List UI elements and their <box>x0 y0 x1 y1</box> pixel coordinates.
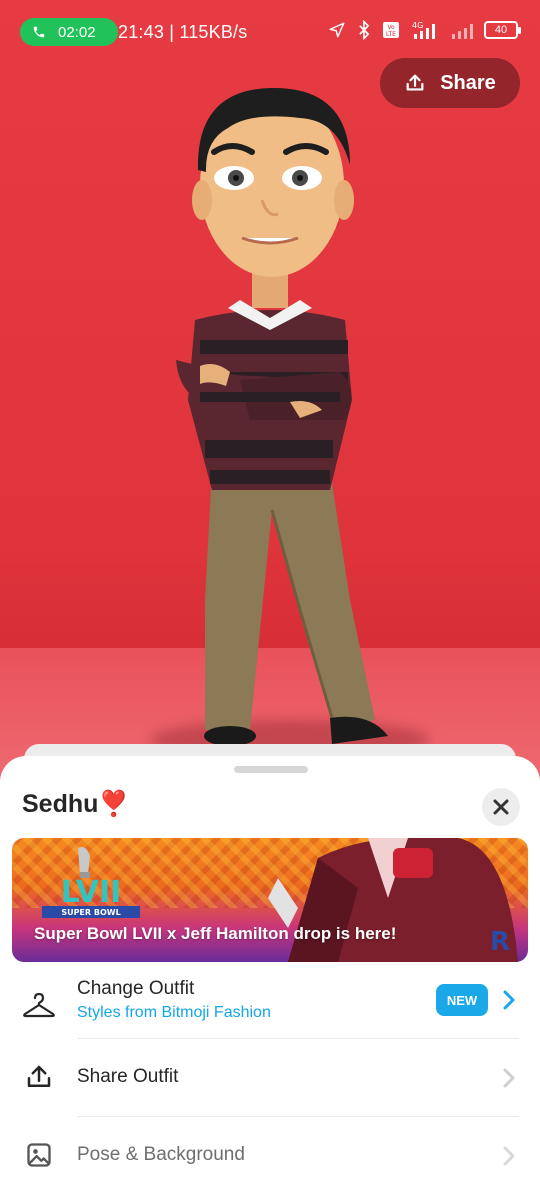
image-icon <box>22 1138 56 1172</box>
close-button[interactable] <box>482 788 520 826</box>
phone-icon <box>33 26 45 38</box>
share-button[interactable]: Share <box>380 58 520 108</box>
bluetooth-icon <box>359 20 370 40</box>
signal-4g-icon: 4G <box>412 21 435 39</box>
sheet-grabber[interactable] <box>234 766 308 773</box>
super-bowl-logo: LVII SUPER BOWL <box>42 847 140 918</box>
svg-text:LTE: LTE <box>386 31 396 38</box>
svg-text:4G: 4G <box>412 21 423 30</box>
signal-weak-icon <box>452 24 473 39</box>
new-badge: NEW <box>436 984 488 1016</box>
battery-icon: 40 <box>484 21 521 39</box>
promo-banner[interactable]: LVII SUPER BOWL R Super Bowl LVII x Jeff… <box>12 838 528 962</box>
location-arrow-icon <box>329 22 345 38</box>
svg-text:Vo: Vo <box>387 24 395 31</box>
battery-level: 40 <box>494 24 508 36</box>
banner-text: Super Bowl LVII x Jeff Hamilton drop is … <box>34 924 397 943</box>
pose-background-label: Pose & Background <box>77 1144 245 1165</box>
chevron-right-icon <box>503 1146 515 1166</box>
close-icon <box>493 799 509 815</box>
menu-item-share-outfit[interactable]: Share Outfit <box>0 1048 540 1108</box>
change-outfit-label: Change Outfit <box>77 978 195 999</box>
status-icons: Vo LTE 4G 40 <box>328 20 521 40</box>
volte-icon: Vo LTE <box>383 22 399 38</box>
call-duration: 02:02 <box>58 23 96 41</box>
logo-lvii-text: LVII <box>61 875 122 910</box>
ongoing-call-pill[interactable]: 02:02 <box>20 18 118 46</box>
share-upload-icon <box>22 1060 56 1094</box>
divider <box>77 1038 519 1039</box>
share-label: Share <box>440 71 496 94</box>
divider <box>77 1116 519 1117</box>
svg-text:R: R <box>490 927 510 957</box>
status-time-speed: 21:43 | 115KB/s <box>118 22 248 42</box>
menu-item-change-outfit[interactable]: Change Outfit Styles from Bitmoji Fashio… <box>0 974 540 1038</box>
change-outfit-subtitle: Styles from Bitmoji Fashion <box>77 1004 271 1021</box>
sheet-title: Sedhu❣️ <box>22 790 130 818</box>
menu-item-pose-background[interactable]: Pose & Background <box>0 1126 540 1186</box>
share-outfit-label: Share Outfit <box>77 1066 179 1087</box>
logo-super-bowl-text: SUPER BOWL <box>61 908 120 917</box>
chevron-right-icon <box>503 1068 515 1088</box>
chevron-right-icon <box>503 990 515 1010</box>
avatar-bottom-sheet: Sedhu❣️ LVII SUPER BOWL R Super Bowl LVI… <box>0 756 540 1200</box>
share-upload-icon <box>406 74 424 91</box>
hanger-icon <box>22 988 56 1022</box>
bitmoji-avatar <box>176 87 388 746</box>
status-bar: 02:02 21:43 | 115KB/s Vo LTE 4G 40 <box>0 0 540 64</box>
